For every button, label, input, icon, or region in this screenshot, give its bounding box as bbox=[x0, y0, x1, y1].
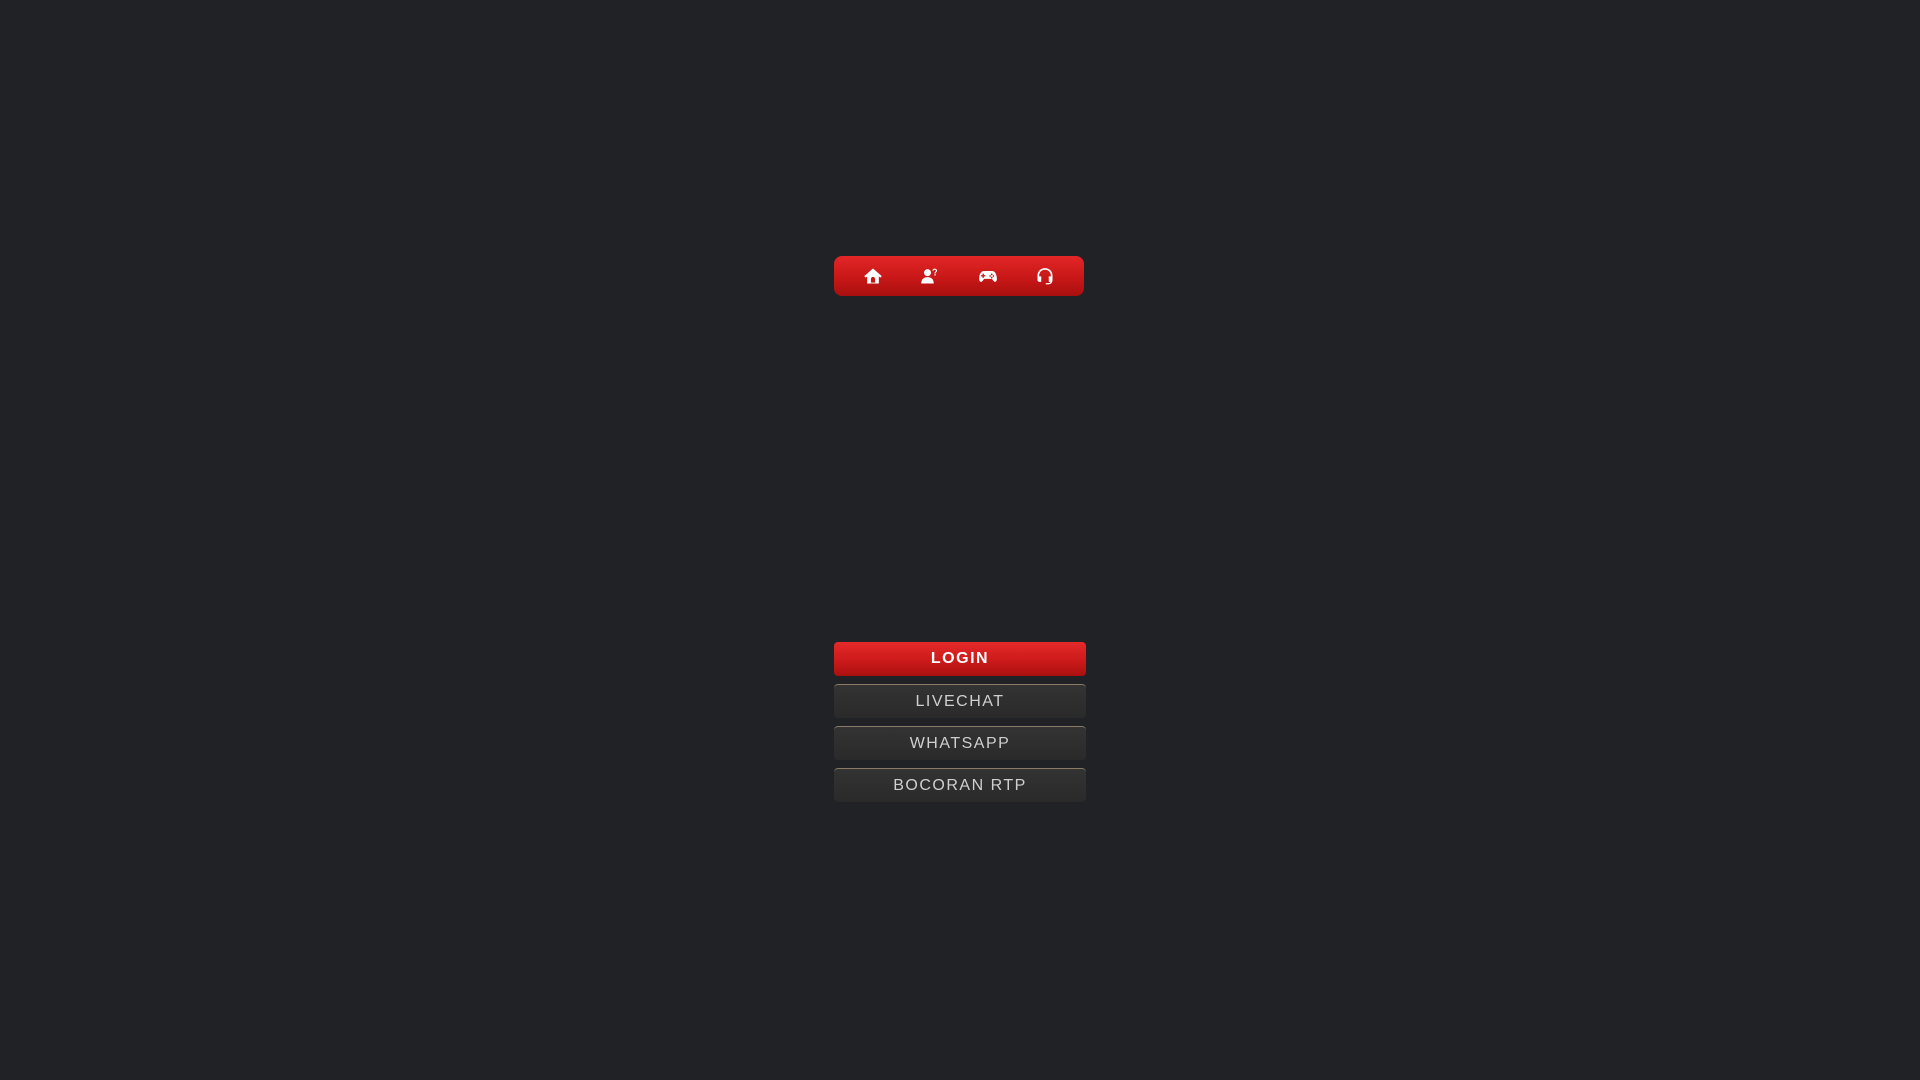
bocoran-rtp-button[interactable]: BOCORAN RTP bbox=[834, 768, 1086, 802]
nav-home[interactable] bbox=[853, 256, 893, 296]
action-buttons: LOGIN LIVECHAT WHATSAPP BOCORAN RTP bbox=[834, 642, 1086, 802]
home-icon bbox=[864, 268, 882, 284]
user-help-icon bbox=[921, 268, 938, 284]
whatsapp-button[interactable]: WHATSAPP bbox=[834, 726, 1086, 760]
headset-icon bbox=[1037, 268, 1053, 285]
nav-games[interactable] bbox=[968, 256, 1008, 296]
top-nav-bar bbox=[834, 256, 1084, 296]
gamepad-icon bbox=[978, 271, 997, 282]
page: LOGIN LIVECHAT WHATSAPP BOCORAN RTP bbox=[0, 0, 1920, 1080]
nav-account-help[interactable] bbox=[910, 256, 950, 296]
login-button[interactable]: LOGIN bbox=[834, 642, 1086, 676]
livechat-button[interactable]: LIVECHAT bbox=[834, 684, 1086, 718]
banner-area bbox=[834, 306, 1086, 634]
nav-support[interactable] bbox=[1025, 256, 1065, 296]
